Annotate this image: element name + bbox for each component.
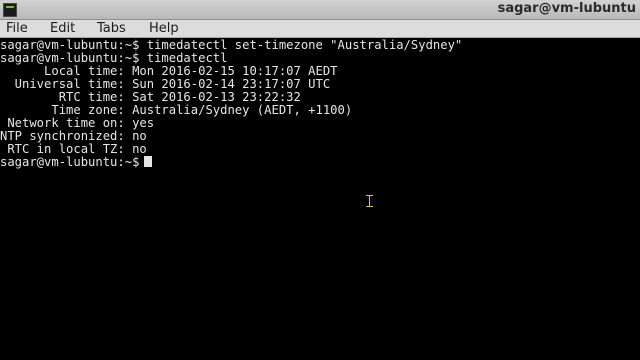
ibeam-cursor-icon (366, 195, 373, 207)
text-cursor (144, 156, 153, 167)
menu-file[interactable]: File (6, 21, 28, 36)
terminal-area[interactable]: sagar@vm-lubuntu:~$ timedatectl set-time… (0, 38, 640, 360)
menu-help[interactable]: Help (149, 21, 179, 36)
window-title: sagar@vm-lubuntu (497, 1, 636, 16)
terminal-prompt: sagar@vm-lubuntu:~$ (0, 155, 140, 169)
menu-bar: File Edit Tabs Help (0, 20, 640, 38)
terminal-prompt-line: sagar@vm-lubuntu:~$ (0, 155, 153, 169)
menu-tabs[interactable]: Tabs (97, 21, 126, 36)
title-bar[interactable]: sagar@vm-lubuntu (0, 0, 640, 20)
terminal-icon (3, 3, 17, 17)
menu-edit[interactable]: Edit (50, 21, 75, 36)
